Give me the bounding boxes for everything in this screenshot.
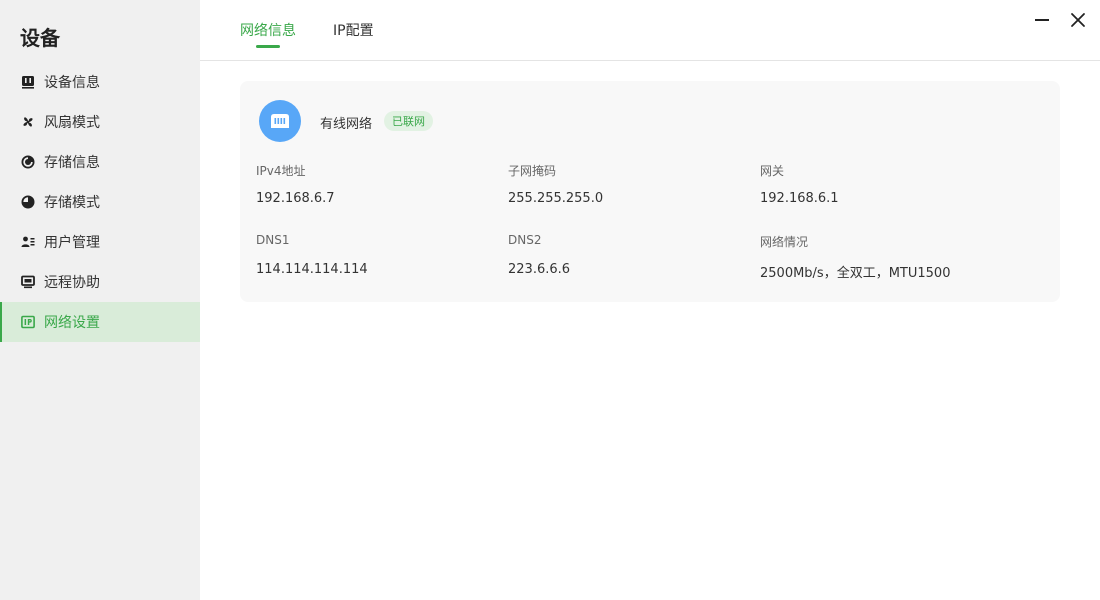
minimize-button[interactable] (1032, 10, 1052, 30)
device-icon (20, 74, 36, 90)
gateway-value: 192.168.6.1 (760, 191, 839, 206)
network-name: 有线网络 (320, 117, 373, 132)
storage-mode-icon (20, 194, 36, 210)
sidebar-item-label: 设备信息 (44, 75, 100, 91)
sidebar-nav: 设备信息 风扇模式 存储信息 存储模式 用户管理 远程协助 网络设置 (0, 62, 200, 342)
sidebar: 设备 设备信息 风扇模式 存储信息 存储模式 用户管理 远程协助 网络设置 (0, 0, 200, 600)
gateway-label: 网关 (760, 164, 785, 178)
network-status-value: 2500Mb/s，全双工，MTU1500 (760, 266, 951, 281)
dns1-label: DNS1 (256, 233, 290, 247)
monitor-icon (20, 274, 36, 290)
dns2-value: 223.6.6.6 (508, 262, 571, 277)
sidebar-title: 设备 (20, 26, 60, 50)
tab-ip-config[interactable]: IP配置 (333, 20, 374, 40)
sidebar-item-user-management[interactable]: 用户管理 (0, 222, 200, 262)
close-button[interactable] (1068, 10, 1088, 30)
ipv4-label: IPv4地址 (256, 164, 306, 178)
minimize-icon (1035, 19, 1049, 21)
dns2-label: DNS2 (508, 233, 542, 247)
app-window: 设备 设备信息 风扇模式 存储信息 存储模式 用户管理 远程协助 网络设置 网络… (0, 0, 1100, 600)
users-icon (20, 234, 36, 250)
sidebar-item-storage-info[interactable]: 存储信息 (0, 142, 200, 182)
sidebar-item-label: 远程协助 (44, 275, 100, 291)
ip-icon (20, 314, 36, 330)
sidebar-item-label: 用户管理 (44, 235, 100, 251)
sidebar-item-storage-mode[interactable]: 存储模式 (0, 182, 200, 222)
subnet-mask-label: 子网掩码 (508, 164, 557, 178)
dns1-value: 114.114.114.114 (256, 262, 368, 277)
ipv4-value: 192.168.6.7 (256, 191, 335, 206)
network-info-card: 有线网络 已联网 IPv4地址 192.168.6.7 子网掩码 255.255… (240, 81, 1060, 302)
close-icon (1071, 13, 1085, 27)
active-tab-indicator (256, 45, 280, 48)
sidebar-item-device-info[interactable]: 设备信息 (0, 62, 200, 102)
sidebar-item-label: 风扇模式 (44, 115, 100, 131)
header: 网络信息 IP配置 (200, 0, 1100, 61)
fan-icon (20, 114, 36, 130)
sidebar-item-fan-mode[interactable]: 风扇模式 (0, 102, 200, 142)
sidebar-item-label: 存储模式 (44, 195, 100, 211)
sidebar-item-remote-assist[interactable]: 远程协助 (0, 262, 200, 302)
sidebar-item-label: 网络设置 (44, 315, 100, 331)
sidebar-item-label: 存储信息 (44, 155, 100, 171)
subnet-mask-value: 255.255.255.0 (508, 191, 604, 206)
storage-info-icon (20, 154, 36, 170)
sidebar-item-network-settings[interactable]: 网络设置 (0, 302, 200, 342)
ethernet-icon (259, 100, 301, 142)
network-status-label: 网络情况 (760, 235, 809, 249)
tab-network-info[interactable]: 网络信息 (240, 20, 296, 40)
status-badge: 已联网 (384, 111, 433, 131)
